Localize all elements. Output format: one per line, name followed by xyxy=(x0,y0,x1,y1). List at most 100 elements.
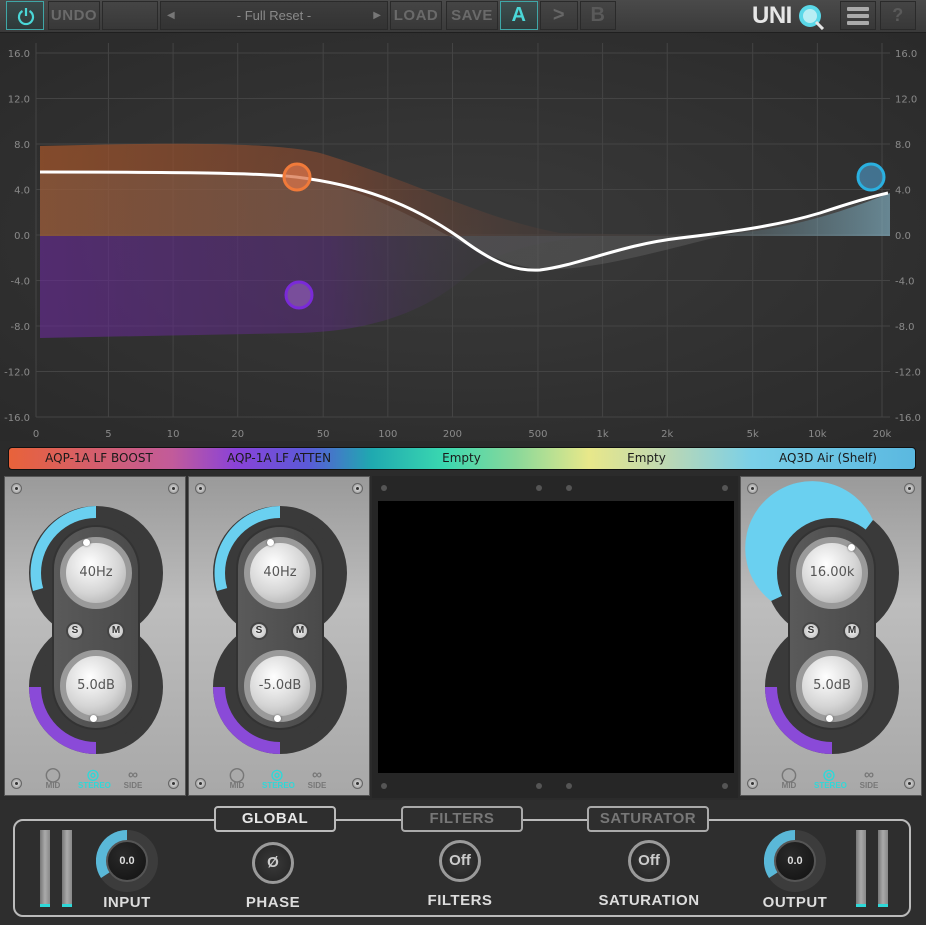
band-2-panel: 40Hz S M -5.0dB ◯ MID ◎ STEREO ∞ SIDE xyxy=(188,476,370,796)
tab-saturator[interactable]: SATURATOR xyxy=(587,806,709,832)
y-tick-label: 0.0 xyxy=(895,231,911,242)
screw-icon xyxy=(722,783,728,789)
band-1-freq-indicator xyxy=(83,539,90,546)
save-button[interactable]: SAVE xyxy=(446,1,498,30)
band-2-solo-button[interactable]: S xyxy=(250,622,268,640)
band-2-freq-knob[interactable]: 40Hz xyxy=(244,537,316,609)
y-tick-label: 4.0 xyxy=(895,186,911,197)
y-tick-label: -4.0 xyxy=(895,277,915,288)
screw-icon xyxy=(536,485,542,491)
empty-band-display xyxy=(372,476,738,798)
preset-name: - Full Reset - xyxy=(236,8,312,23)
band-1-stereo-mode[interactable]: ◎ STEREO xyxy=(78,766,111,790)
band-5-freq-knob[interactable]: 16.00k xyxy=(796,537,868,609)
preset-selector[interactable]: ◀ - Full Reset - ▶ xyxy=(160,1,388,30)
a-state-button[interactable]: A xyxy=(500,1,538,30)
phase-button[interactable]: Ø xyxy=(252,842,294,884)
side-icon: ∞ xyxy=(312,766,322,782)
band-5-side-mode[interactable]: ∞ SIDE xyxy=(854,767,884,790)
eq-graph[interactable]: 16.0 12.0 8.0 4.0 0.0 -4.0 -8.0 -12.0 -16.0 16.0… xyxy=(0,33,926,441)
band-1-mid-mode[interactable]: ◯ MID xyxy=(38,767,68,790)
redo-button[interactable] xyxy=(102,1,158,30)
output-value: 0.0 xyxy=(774,840,816,882)
filters-toggle[interactable]: Off xyxy=(439,840,481,882)
saturation-label: SATURATION xyxy=(598,892,700,909)
band-1-side-mode[interactable]: ∞ SIDE xyxy=(118,767,148,790)
band-2-side-mode[interactable]: ∞ SIDE xyxy=(302,767,332,790)
band-2-mute-button[interactable]: M xyxy=(291,622,309,640)
band-2-freq-indicator xyxy=(267,539,274,546)
band-5-stereo-mode[interactable]: ◎ STEREO xyxy=(814,767,847,790)
x-tick-label: 10 xyxy=(167,429,180,440)
y-tick-label: 16.0 xyxy=(8,49,30,60)
screw-icon xyxy=(566,783,572,789)
y-tick-label: -4.0 xyxy=(10,277,30,288)
y-tick-label: 8.0 xyxy=(895,140,911,151)
stereo-label: STEREO xyxy=(262,781,295,790)
screw-icon xyxy=(904,778,915,789)
band-5-node[interactable] xyxy=(856,162,886,192)
input-knob[interactable]: 0.0 xyxy=(96,830,158,892)
global-section: GLOBAL FILTERS SATURATOR 0.0 INPUT Ø PHA… xyxy=(0,800,926,925)
tab-global[interactable]: GLOBAL xyxy=(214,806,336,832)
band-5-solo-button[interactable]: S xyxy=(802,622,820,640)
input-meter-right xyxy=(62,830,72,907)
prev-preset-icon[interactable]: ◀ xyxy=(167,2,175,29)
band-2-node[interactable] xyxy=(284,280,314,310)
band-1-mute-button[interactable]: M xyxy=(107,622,125,640)
copy-a-to-b-button[interactable]: > xyxy=(540,1,578,30)
mid-icon: ◯ xyxy=(229,766,245,782)
band-5-mute-button[interactable]: M xyxy=(843,622,861,640)
undo-button[interactable]: UNDO xyxy=(48,1,100,30)
mid-label: MID xyxy=(45,781,61,790)
band-2-gain-knob[interactable]: -5.0dB xyxy=(244,650,316,722)
input-value: 0.0 xyxy=(106,840,148,882)
band-1-node[interactable] xyxy=(282,162,312,192)
band-2-mid-mode[interactable]: ◯ MID xyxy=(222,767,252,790)
help-button[interactable]: ? xyxy=(880,1,916,30)
band-2-stereo-mode[interactable]: ◎ STEREO xyxy=(262,767,295,790)
screw-icon xyxy=(381,783,387,789)
screw-icon xyxy=(381,485,387,491)
mid-icon: ◯ xyxy=(781,766,797,782)
hamburger-icon xyxy=(847,7,869,25)
band-1-label[interactable]: AQP-1A LF BOOST xyxy=(9,448,189,469)
band-4-label[interactable]: Empty xyxy=(554,448,739,469)
band-1-gain-knob[interactable]: 5.0dB xyxy=(60,650,132,722)
load-button[interactable]: LOAD xyxy=(390,1,442,30)
side-icon: ∞ xyxy=(864,766,874,782)
next-preset-icon[interactable]: ▶ xyxy=(373,2,381,29)
x-tick-label: 5 xyxy=(105,429,111,440)
saturation-toggle[interactable]: Off xyxy=(628,840,670,882)
band-2-label[interactable]: AQP-1A LF ATTEN xyxy=(189,448,369,469)
band-5-gain-knob[interactable]: 5.0dB xyxy=(796,650,868,722)
x-tick-label: 0 xyxy=(33,429,39,440)
menu-button[interactable] xyxy=(840,1,876,30)
output-knob[interactable]: 0.0 xyxy=(764,830,826,892)
y-tick-label: -8.0 xyxy=(895,322,915,333)
logo-text: UNI xyxy=(752,2,792,29)
x-tick-label: 50 xyxy=(317,429,330,440)
y-tick-label: 8.0 xyxy=(14,140,30,151)
output-meter-right xyxy=(878,830,888,907)
screw-icon xyxy=(722,485,728,491)
x-tick-label: 20k xyxy=(873,429,892,440)
screw-icon xyxy=(566,485,572,491)
phase-label: PHASE xyxy=(245,894,301,911)
band-5-mid-mode[interactable]: ◯ MID xyxy=(774,767,804,790)
band-1-solo-button[interactable]: S xyxy=(66,622,84,640)
side-icon: ∞ xyxy=(128,766,138,782)
b-state-button[interactable]: B xyxy=(580,1,616,30)
band-3-label[interactable]: Empty xyxy=(369,448,554,469)
tab-filters[interactable]: FILTERS xyxy=(401,806,523,832)
x-tick-label: 500 xyxy=(528,429,547,440)
y-tick-label: -12.0 xyxy=(4,368,30,379)
power-button[interactable] xyxy=(6,1,44,30)
screw-icon xyxy=(11,778,22,789)
x-tick-label: 100 xyxy=(378,429,397,440)
stereo-icon: ◎ xyxy=(86,766,100,782)
y-tick-label: 16.0 xyxy=(895,49,917,60)
band-5-label[interactable]: AQ3D Air (Shelf) xyxy=(739,448,917,469)
y-tick-label: 12.0 xyxy=(8,95,30,106)
band-1-freq-knob[interactable]: 40Hz xyxy=(60,537,132,609)
